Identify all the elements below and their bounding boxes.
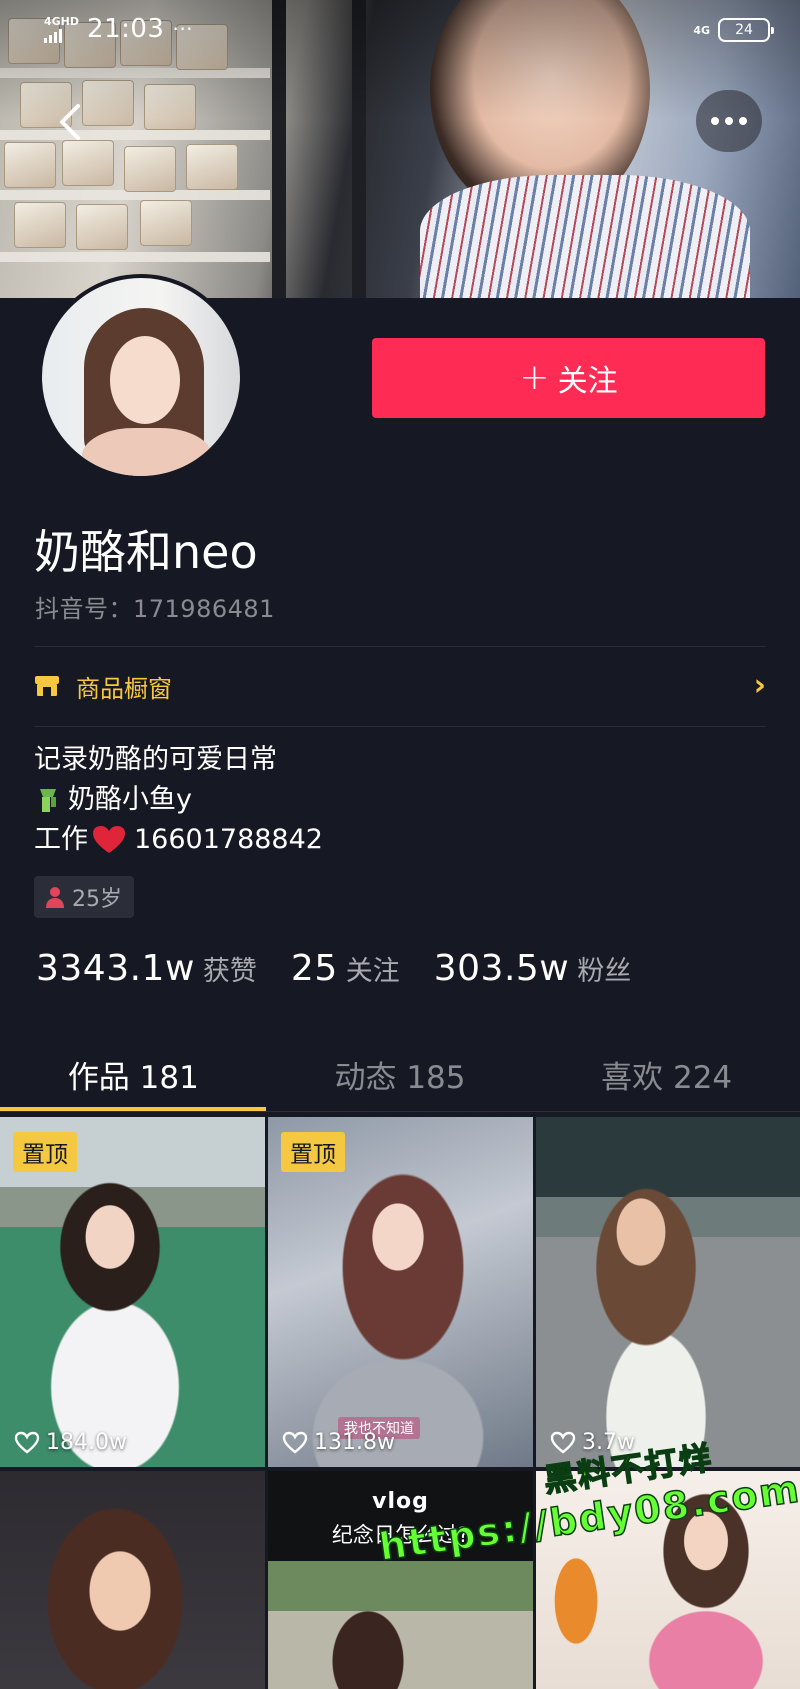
status-more-dots: ··· xyxy=(172,17,194,41)
likes-count: 131.8w xyxy=(314,1430,395,1455)
stat-following[interactable]: 25 关注 xyxy=(291,948,400,989)
thumbnail-image xyxy=(536,1117,800,1467)
nickname: 奶酪和neo xyxy=(34,525,258,579)
tab-divider xyxy=(0,1111,800,1112)
divider xyxy=(34,726,766,727)
clock: 21:03 xyxy=(87,14,165,44)
heart-outline-icon xyxy=(282,1431,308,1454)
chevron-right-icon: › xyxy=(753,668,766,703)
stat-value: 303.5w xyxy=(433,948,570,989)
video-thumbnail[interactable]: 置顶 我也不知道 131.8w xyxy=(268,1117,533,1467)
content-tabs: 作品 181 动态 185 喜欢 224 xyxy=(0,1040,800,1110)
avatar[interactable] xyxy=(38,274,244,480)
stat-likes[interactable]: 3343.1w 获赞 xyxy=(36,948,257,989)
back-button[interactable] xyxy=(52,100,88,144)
bio-line: 工作 16601788842 xyxy=(34,820,323,860)
video-thumbnail[interactable] xyxy=(0,1471,265,1689)
status-right: 4G 24 xyxy=(693,18,774,42)
bio-phone: 16601788842 xyxy=(134,824,323,855)
follow-button[interactable]: + 关注 xyxy=(372,338,765,418)
stats-row: 3343.1w 获赞 25 关注 303.5w 粉丝 xyxy=(36,948,665,989)
video-thumbnail[interactable]: 置顶 184.0w xyxy=(0,1117,265,1467)
stat-value: 3343.1w xyxy=(36,948,195,989)
shop-window-label: 商品橱窗 xyxy=(76,674,172,703)
age-tag: 25岁 xyxy=(34,876,134,918)
stat-label: 粉丝 xyxy=(577,956,632,987)
signal-bars-icon xyxy=(44,28,79,43)
tab-works[interactable]: 作品 181 xyxy=(0,1040,267,1110)
douyin-id: 抖音号：171986481 xyxy=(35,595,275,623)
heart-outline-icon xyxy=(14,1431,40,1454)
battery-level: 24 xyxy=(735,22,753,38)
bio-line-text: 奶酪小鱼y xyxy=(68,784,192,815)
pinned-badge: 置顶 xyxy=(281,1132,345,1172)
signal-indicator: 4GHD xyxy=(44,16,79,43)
network-type: 4GHD xyxy=(44,14,80,28)
female-icon xyxy=(46,887,64,908)
scarf-emoji-icon xyxy=(40,789,56,812)
more-button[interactable] xyxy=(696,90,762,152)
bio-line-prefix: 工作 xyxy=(34,824,88,855)
plus-icon: + xyxy=(519,357,550,398)
stat-value: 25 xyxy=(290,948,338,989)
shop-icon xyxy=(35,676,59,696)
age-label: 25岁 xyxy=(72,887,122,912)
follow-label: 关注 xyxy=(557,364,618,399)
thumbnail-image xyxy=(0,1471,265,1689)
heart-emoji-icon xyxy=(93,826,125,853)
shop-window-row[interactable]: 商品橱窗 › xyxy=(34,664,766,708)
tab-liked[interactable]: 喜欢 224 xyxy=(533,1040,800,1110)
status-left: 4GHD 21:03 ··· xyxy=(44,14,193,44)
stat-label: 关注 xyxy=(345,956,400,987)
battery-icon: 24 xyxy=(718,18,774,42)
back-arrow-icon xyxy=(60,104,80,140)
bio-line: 记录奶酪的可爱日常 xyxy=(34,744,277,775)
network-type-right: 4G xyxy=(693,23,710,37)
bio-line: 奶酪小鱼y xyxy=(34,780,323,820)
status-bar: 4GHD 21:03 ··· 4G 24 xyxy=(0,0,800,62)
video-likes: 184.0w xyxy=(14,1430,127,1455)
stat-followers[interactable]: 303.5w 粉丝 xyxy=(434,948,632,989)
pinned-badge: 置顶 xyxy=(13,1132,77,1172)
tab-moments[interactable]: 动态 185 xyxy=(267,1040,534,1110)
divider xyxy=(34,646,766,647)
stat-label: 获赞 xyxy=(202,956,257,987)
likes-count: 184.0w xyxy=(46,1430,127,1455)
more-icon xyxy=(711,117,719,125)
video-likes: 131.8w xyxy=(282,1430,395,1455)
video-thumbnail[interactable]: 3.7w xyxy=(536,1117,800,1467)
bio: 记录奶酪的可爱日常 奶酪小鱼y 工作 16601788842 xyxy=(34,740,323,860)
